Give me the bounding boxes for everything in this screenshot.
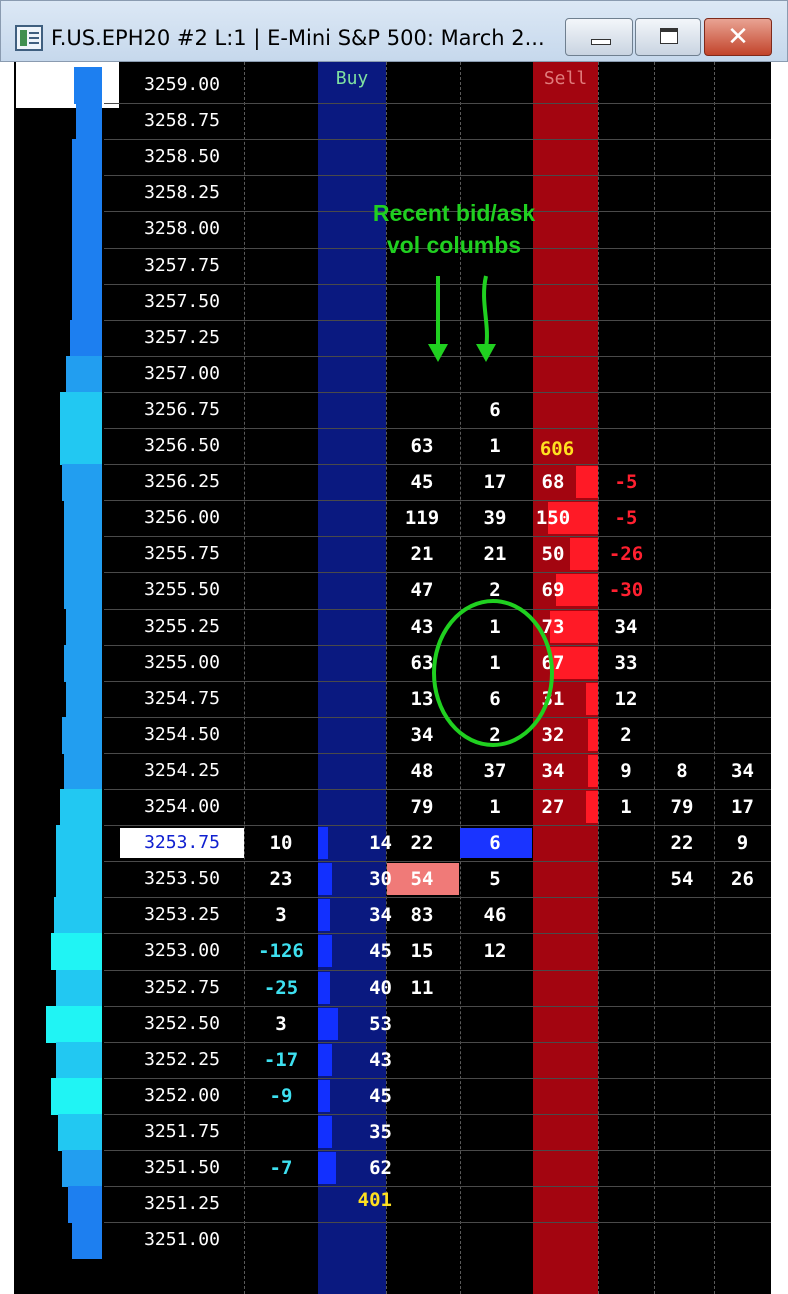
arrow-head — [476, 344, 496, 362]
annotation-drawing — [428, 275, 554, 747]
close-icon: ✕ — [727, 22, 749, 52]
maximize-icon — [660, 28, 678, 44]
app-window-icon[interactable] — [15, 25, 43, 51]
highlight-circle — [432, 599, 554, 747]
title-bar: F.US.EPH20 #2 L:1 | E-Mini S&P 500: Marc… — [0, 0, 788, 62]
window-title: F.US.EPH20 #2 L:1 | E-Mini S&P 500: Marc… — [51, 26, 545, 50]
arrow-head — [428, 344, 448, 362]
arrow-down-icon — [482, 275, 489, 349]
minimize-icon — [591, 39, 611, 45]
price-ladder[interactable]: Buy Sell 3259.00 3258.75 3258.50 3258.25 325… — [14, 62, 771, 1294]
maximize-button[interactable] — [635, 18, 701, 56]
minimize-button[interactable] — [565, 18, 633, 56]
close-button[interactable]: ✕ — [704, 18, 772, 56]
